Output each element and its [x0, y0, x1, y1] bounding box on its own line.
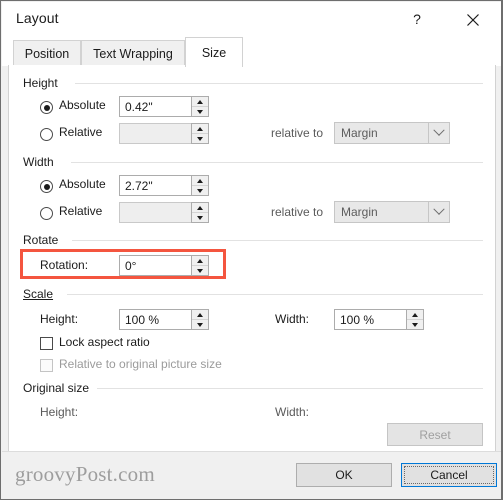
height-relative-input[interactable] — [119, 123, 209, 144]
rotation-label: Rotation: — [40, 258, 89, 272]
rotation-spinner[interactable] — [191, 255, 209, 276]
rotation-value: 0° — [125, 258, 137, 273]
width-relative-spinner-up[interactable] — [192, 203, 208, 212]
rotate-group-rule — [72, 240, 483, 241]
reset-button[interactable]: Reset — [387, 423, 483, 446]
scale-width-spinner[interactable] — [406, 309, 424, 330]
width-absolute-spinner-up[interactable] — [192, 176, 208, 185]
tab-text-wrapping-label: Text Wrapping — [93, 46, 173, 61]
rotation-spinner-down[interactable] — [192, 265, 208, 275]
ok-button[interactable]: OK — [296, 463, 392, 487]
tab-position-label: Position — [24, 46, 70, 61]
width-relative-to-dropdown[interactable]: Margin — [334, 201, 450, 223]
height-group-label: Height — [23, 76, 64, 90]
layout-dialog: Layout ? Position Text Wrapping Size Hei… — [0, 0, 503, 500]
scale-group-rule — [67, 294, 483, 295]
height-relative-label: Relative — [59, 125, 103, 139]
width-absolute-input[interactable]: 2.72" — [119, 175, 209, 196]
height-absolute-label: Absolute — [59, 98, 106, 112]
chevron-down-icon[interactable] — [428, 201, 450, 223]
scale-height-value: 100 % — [125, 312, 160, 327]
scale-width-spinner-up[interactable] — [407, 310, 423, 319]
rotation-input[interactable]: 0° — [119, 255, 209, 276]
height-relative-spinner[interactable] — [191, 123, 209, 144]
height-absolute-value: 0.42" — [125, 99, 153, 114]
width-absolute-radio[interactable] — [40, 180, 53, 193]
scale-height-spinner-up[interactable] — [192, 310, 208, 319]
lock-aspect-ratio-checkbox[interactable] — [40, 337, 53, 350]
window-title: Layout — [16, 10, 59, 26]
height-relative-radio[interactable] — [40, 128, 53, 141]
close-icon[interactable] — [453, 3, 493, 36]
reset-button-label: Reset — [419, 427, 451, 442]
original-size-group-rule — [97, 388, 483, 389]
title-bar: Layout ? — [2, 2, 501, 36]
height-absolute-radio[interactable] — [40, 101, 53, 114]
question-mark-icon[interactable]: ? — [397, 3, 437, 36]
rotation-spinner-up[interactable] — [192, 256, 208, 265]
width-group-label: Width — [23, 155, 60, 169]
width-relative-to-label: relative to — [271, 205, 324, 219]
ok-button-label: OK — [335, 468, 353, 482]
width-absolute-spinner[interactable] — [191, 175, 209, 196]
height-absolute-spinner-down[interactable] — [192, 106, 208, 116]
width-relative-to-value: Margin — [341, 205, 378, 219]
original-width-label: Width: — [275, 405, 310, 419]
tab-position[interactable]: Position — [13, 40, 81, 66]
scale-width-label: Width: — [275, 312, 310, 326]
original-size-group-label: Original size — [23, 381, 96, 395]
dialog-footer: groovyPost.com OK Cancel — [2, 451, 501, 498]
tab-strip: Position Text Wrapping Size — [2, 36, 501, 67]
focus-ring — [404, 466, 494, 484]
width-relative-spinner[interactable] — [191, 202, 209, 223]
relative-original-size-checkbox[interactable] — [40, 359, 53, 372]
scale-width-spinner-down[interactable] — [407, 319, 423, 329]
scale-height-label: Height: — [40, 312, 79, 326]
height-absolute-spinner[interactable] — [191, 96, 209, 117]
height-relative-to-label: relative to — [271, 126, 324, 140]
height-relative-to-value: Margin — [341, 126, 378, 140]
original-height-label: Height: — [40, 405, 79, 419]
height-absolute-spinner-up[interactable] — [192, 97, 208, 106]
width-group-rule — [71, 162, 483, 163]
height-group-rule — [75, 83, 483, 84]
scale-height-spinner-down[interactable] — [192, 319, 208, 329]
scale-height-spinner[interactable] — [191, 309, 209, 330]
rotate-group-label: Rotate — [23, 233, 65, 247]
watermark: groovyPost.com — [15, 462, 155, 486]
lock-aspect-ratio-label: Lock aspect ratio — [59, 335, 150, 349]
width-absolute-value: 2.72" — [125, 178, 153, 193]
height-relative-to-dropdown[interactable]: Margin — [334, 122, 450, 144]
chevron-down-icon[interactable] — [428, 122, 450, 144]
scale-height-input[interactable]: 100 % — [119, 309, 209, 330]
cancel-button[interactable]: Cancel — [401, 463, 497, 487]
width-relative-input[interactable] — [119, 202, 209, 223]
tab-size-label: Size — [201, 45, 227, 60]
height-relative-spinner-down[interactable] — [192, 133, 208, 143]
relative-original-size-label: Relative to original picture size — [59, 357, 222, 371]
width-absolute-label: Absolute — [59, 177, 106, 191]
height-absolute-input[interactable]: 0.42" — [119, 96, 209, 117]
scale-width-value: 100 % — [340, 312, 375, 327]
width-relative-label: Relative — [59, 204, 103, 218]
size-tab-panel: Height Absolute 0.42" Relative relative — [8, 65, 496, 453]
scale-width-input[interactable]: 100 % — [334, 309, 424, 330]
scale-group-label: Scale — [23, 287, 60, 301]
tab-size[interactable]: Size — [185, 37, 243, 67]
height-relative-spinner-up[interactable] — [192, 124, 208, 133]
tab-text-wrapping[interactable]: Text Wrapping — [81, 40, 185, 66]
width-relative-spinner-down[interactable] — [192, 212, 208, 222]
width-absolute-spinner-down[interactable] — [192, 185, 208, 195]
width-relative-radio[interactable] — [40, 207, 53, 220]
svg-text:?: ? — [413, 11, 421, 27]
